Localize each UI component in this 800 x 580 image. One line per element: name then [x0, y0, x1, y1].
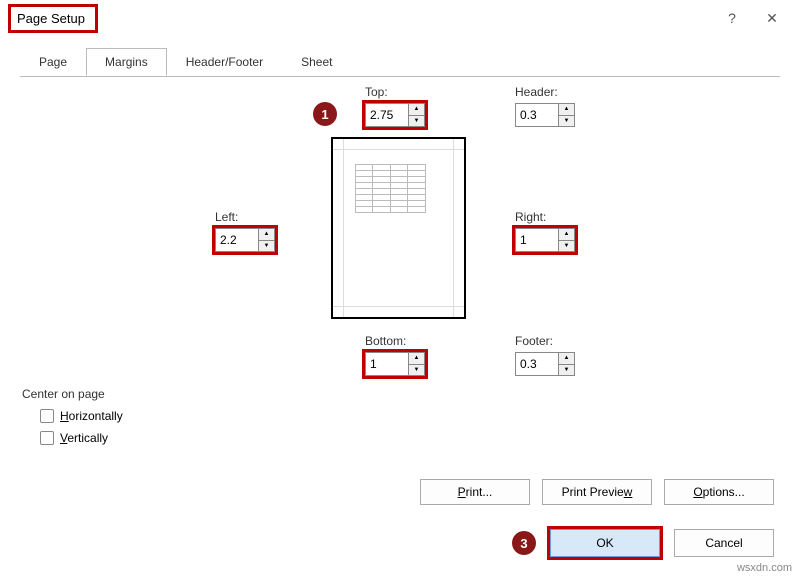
watermark: wsxdn.com — [737, 562, 792, 574]
tab-headerfooter[interactable]: Header/Footer — [167, 48, 282, 76]
header-spinner[interactable]: ▲▼ — [515, 103, 575, 127]
left-input[interactable] — [216, 229, 258, 251]
spin-up-icon[interactable]: ▲ — [559, 353, 574, 365]
margins-panel: 1 Top: ▲▼ Header: ▲▼ Left: ▲▼ Right: ▲▼ … — [0, 77, 800, 497]
options-button[interactable]: Options... — [664, 479, 774, 505]
cancel-button[interactable]: Cancel — [674, 529, 774, 557]
right-label: Right: — [515, 210, 546, 224]
print-button[interactable]: Print... — [420, 479, 530, 505]
bottom-spinner[interactable]: ▲▼ — [365, 352, 425, 376]
help-icon[interactable]: ? — [712, 10, 752, 26]
left-spinner[interactable]: ▲▼ — [215, 228, 275, 252]
left-label: Left: — [215, 210, 238, 224]
spin-down-icon[interactable]: ▼ — [259, 241, 274, 252]
horizontally-checkbox[interactable] — [40, 409, 54, 423]
bottom-input[interactable] — [366, 353, 408, 375]
top-spinner[interactable]: ▲▼ — [365, 103, 425, 127]
center-on-page-label: Center on page — [22, 387, 123, 401]
title-bar: Page Setup ? ✕ — [0, 0, 800, 36]
spin-down-icon[interactable]: ▼ — [559, 241, 574, 252]
spin-up-icon[interactable]: ▲ — [559, 104, 574, 116]
vertically-checkbox[interactable] — [40, 431, 54, 445]
header-input[interactable] — [516, 104, 558, 126]
bottom-label: Bottom: — [365, 334, 406, 348]
right-input[interactable] — [516, 229, 558, 251]
callout-3: 3 — [512, 531, 536, 555]
close-icon[interactable]: ✕ — [752, 10, 792, 27]
spin-down-icon[interactable]: ▼ — [559, 365, 574, 376]
footer-input[interactable] — [516, 353, 558, 375]
vertically-label: Vertically — [60, 431, 108, 445]
header-label: Header: — [515, 85, 558, 99]
footer-spinner[interactable]: ▲▼ — [515, 352, 575, 376]
top-input[interactable] — [366, 104, 408, 126]
spin-up-icon[interactable]: ▲ — [559, 229, 574, 241]
spin-up-icon[interactable]: ▲ — [409, 353, 424, 365]
spin-down-icon[interactable]: ▼ — [559, 116, 574, 127]
horizontally-label: Horizontally — [60, 409, 123, 423]
spin-down-icon[interactable]: ▼ — [409, 365, 424, 376]
top-label: Top: — [365, 85, 388, 99]
print-preview-button[interactable]: Print Preview — [542, 479, 652, 505]
tab-strip: Page Margins Header/Footer Sheet — [0, 36, 800, 77]
page-title: Page Setup — [8, 4, 98, 33]
spin-up-icon[interactable]: ▲ — [409, 104, 424, 116]
spin-down-icon[interactable]: ▼ — [409, 116, 424, 127]
tab-sheet[interactable]: Sheet — [282, 48, 351, 76]
spin-up-icon[interactable]: ▲ — [259, 229, 274, 241]
footer-label: Footer: — [515, 334, 553, 348]
center-on-page-group: Center on page Horizontally Vertically — [22, 387, 123, 445]
right-spinner[interactable]: ▲▼ — [515, 228, 575, 252]
tab-page[interactable]: Page — [20, 48, 86, 76]
tab-margins[interactable]: Margins — [86, 48, 167, 76]
ok-button[interactable]: OK — [550, 529, 660, 557]
callout-1: 1 — [313, 102, 337, 126]
page-preview — [331, 137, 466, 319]
